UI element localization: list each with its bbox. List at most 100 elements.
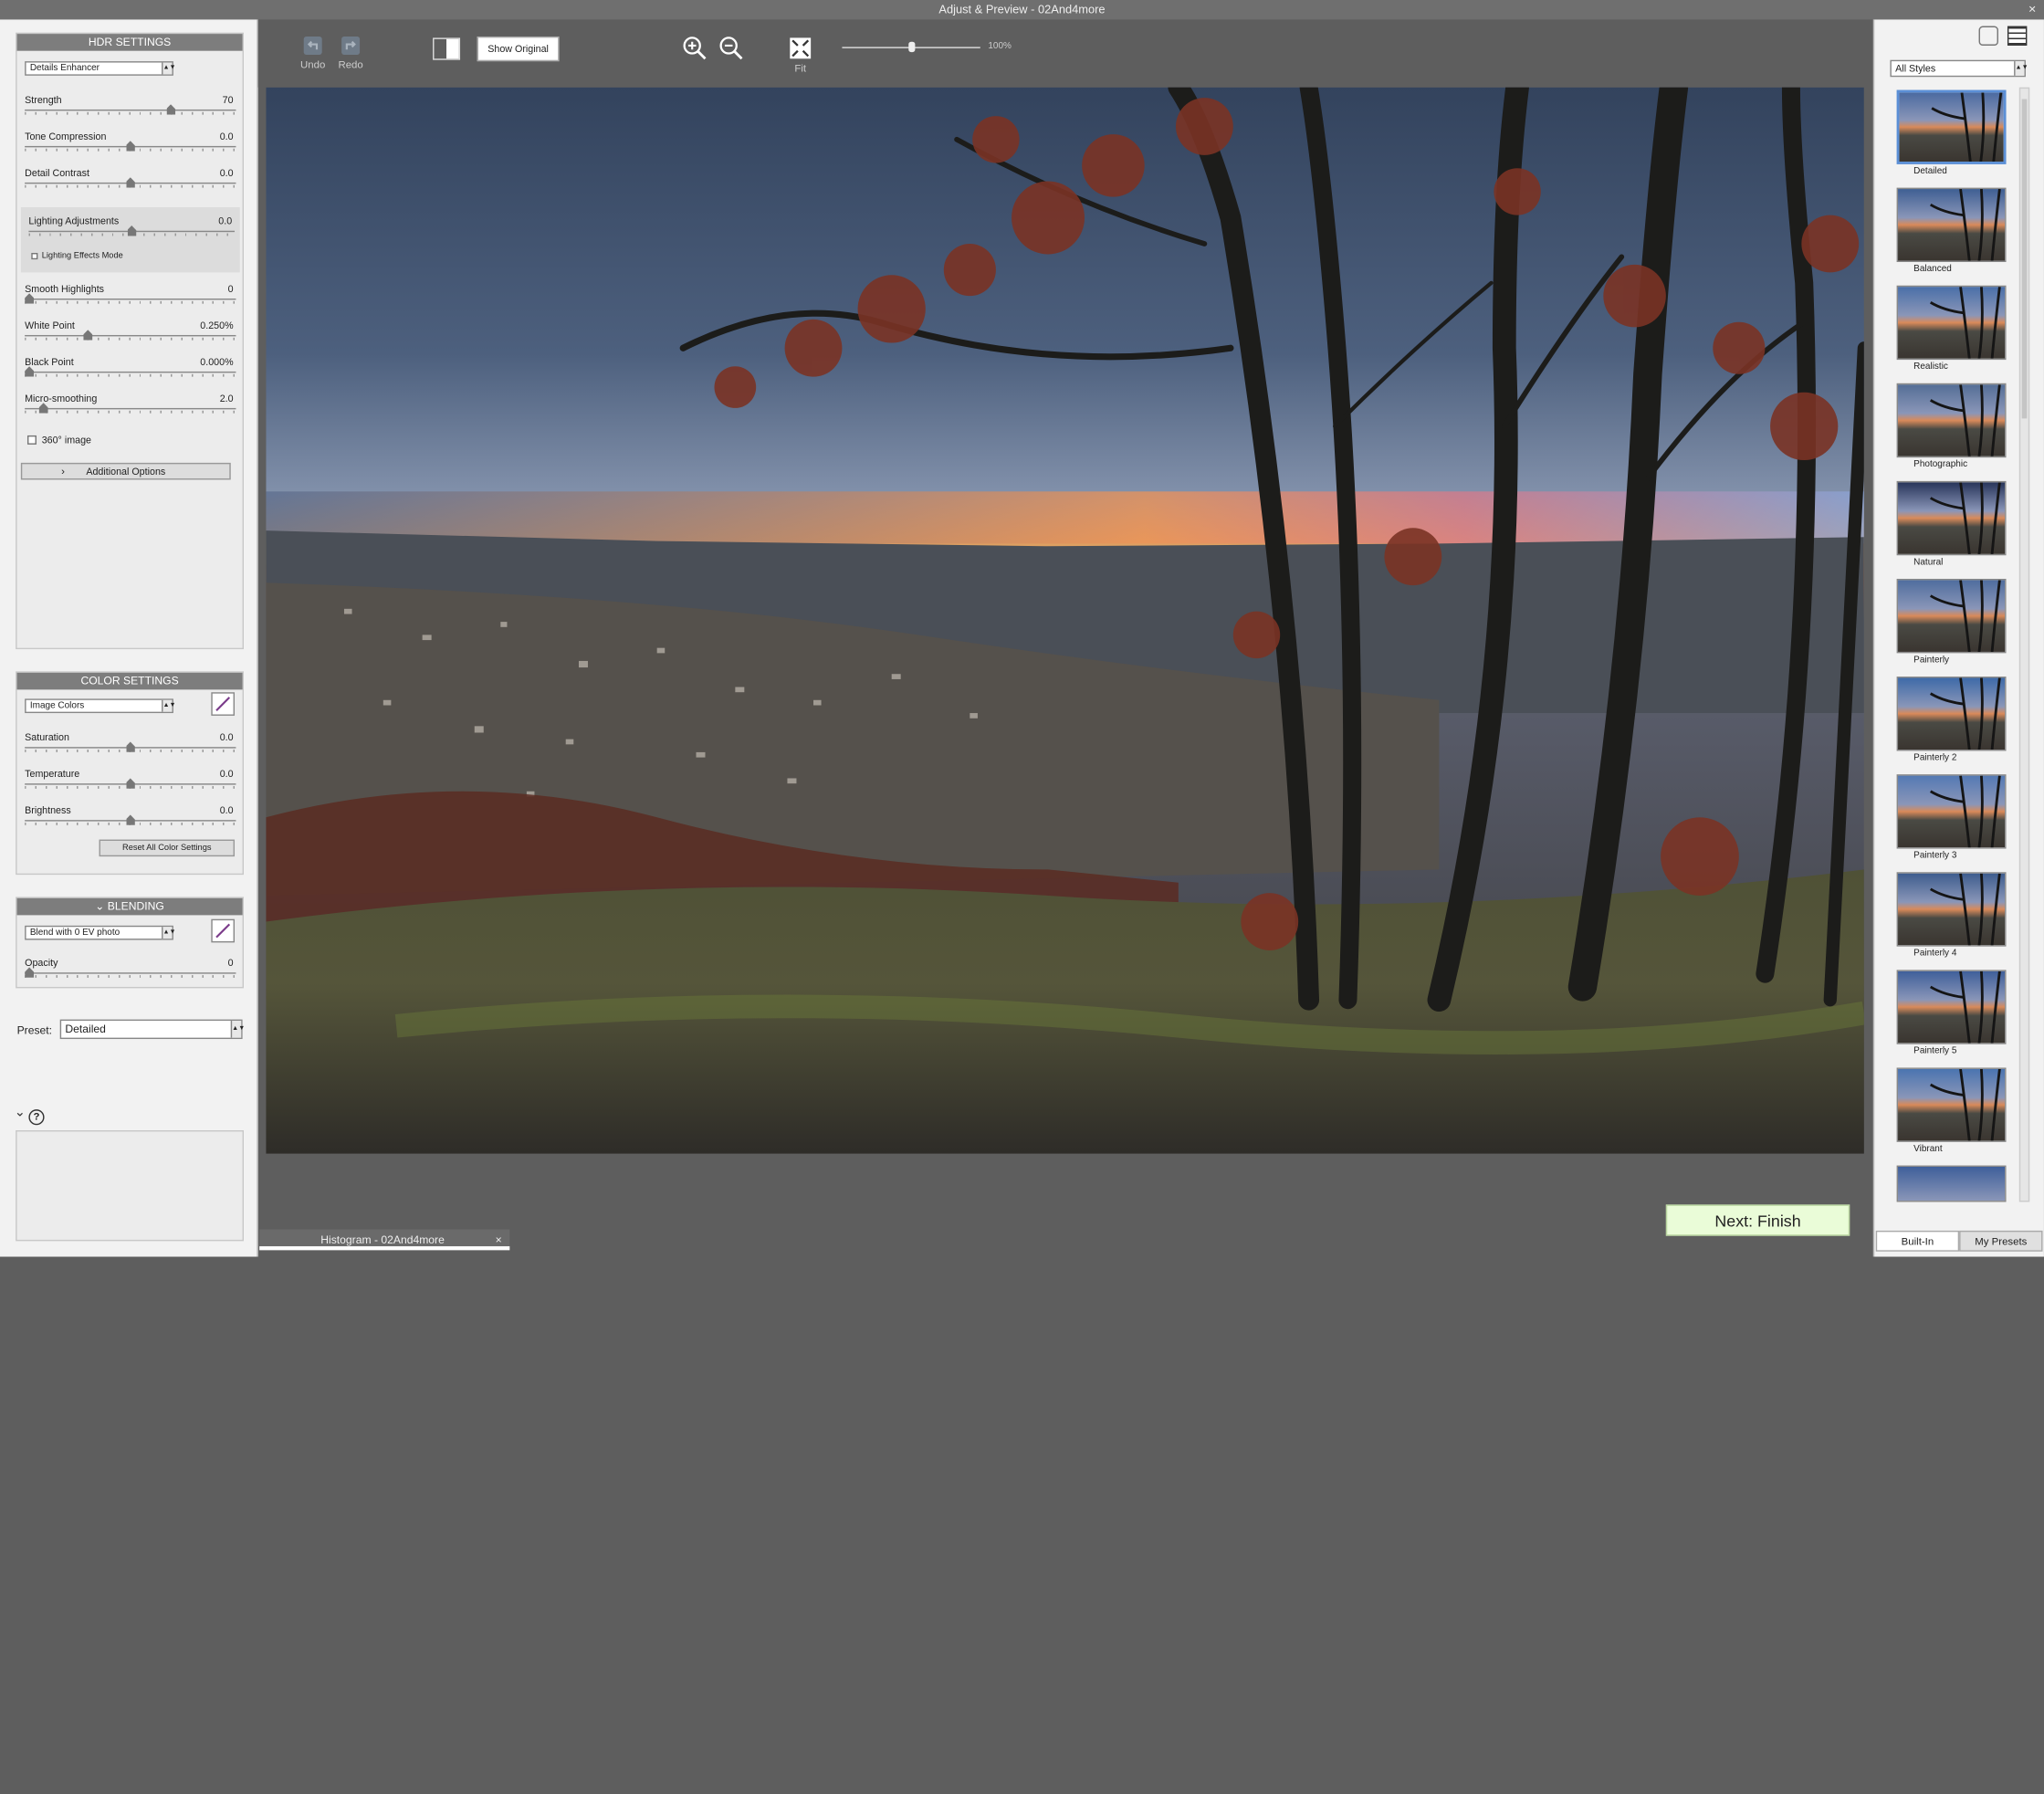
tab-my-presets[interactable]: My Presets — [1959, 1230, 2043, 1252]
style-preview-image — [1896, 285, 2007, 361]
micro-smoothing-slider[interactable]: Micro-smoothing 2.0 — [25, 393, 236, 419]
undo-button[interactable]: Undo — [298, 36, 329, 70]
temperature-value: 0.0 — [219, 768, 234, 780]
style-label: Photographic — [1913, 460, 1968, 470]
style-thumbnail[interactable]: Painterly 3 — [1896, 774, 2007, 861]
strength-label: Strength — [25, 93, 62, 106]
style-preview-image — [1896, 383, 2007, 458]
tone-compression-slider[interactable]: Tone Compression 0.0 — [25, 131, 236, 157]
white-point-label: White Point — [25, 319, 75, 331]
style-thumbnail[interactable]: Realistic — [1896, 285, 2007, 372]
style-thumbnail[interactable]: Vibrant — [1896, 1067, 2007, 1154]
strength-value: 70 — [222, 93, 234, 106]
smooth-highlights-value: 0 — [227, 282, 234, 295]
chevron-down-icon: ▲▼ — [162, 927, 176, 939]
slider-thumb[interactable] — [83, 330, 93, 341]
preset-select[interactable]: Detailed ▲▼ — [59, 1019, 245, 1040]
style-thumbnail[interactable]: Photographic — [1896, 383, 2007, 470]
help-icon[interactable]: ? — [28, 1109, 45, 1126]
color-mode-select[interactable]: Image Colors ▲▼ — [25, 698, 176, 714]
blending-heading[interactable]: ⌄ BLENDING — [16, 897, 243, 916]
undo-icon — [303, 36, 322, 55]
style-thumbnail[interactable]: Painterly 2 — [1896, 677, 2007, 762]
scrollbar[interactable] — [2018, 87, 2030, 1202]
preview-image[interactable] — [266, 87, 1864, 1154]
close-icon[interactable]: × — [496, 1230, 502, 1251]
slider-thumb[interactable] — [25, 967, 35, 978]
slider-thumb[interactable] — [38, 403, 48, 414]
fit-button[interactable]: Fit — [785, 37, 816, 74]
color-picker-button[interactable] — [211, 692, 236, 716]
white-point-slider[interactable]: White Point 0.250% — [25, 320, 236, 346]
slider-thumb[interactable] — [127, 226, 137, 236]
lighting-adjustments-value: 0.0 — [218, 215, 233, 227]
lighting-effects-checkbox[interactable] — [31, 253, 38, 260]
slider-thumb[interactable] — [125, 741, 135, 752]
styles-sidebar: All Styles ▲▼ Detailed Balanced Realistic Ph… — [1872, 19, 2044, 1257]
style-thumbnail[interactable]: Balanced — [1896, 187, 2007, 274]
list-view-icon[interactable] — [2007, 26, 2028, 46]
chevron-down-icon[interactable]: ⌄ — [15, 1106, 26, 1120]
saturation-label: Saturation — [25, 731, 69, 743]
scrollbar-thumb[interactable] — [2021, 99, 2028, 419]
blend-mode-select[interactable]: Blend with 0 EV photo ▲▼ — [25, 925, 176, 940]
redo-button[interactable]: Redo — [335, 36, 366, 70]
slider-thumb[interactable] — [25, 293, 35, 304]
color-settings-panel: COLOR SETTINGS Image Colors ▲▼ Saturation… — [16, 671, 245, 876]
zoom-out-icon[interactable] — [718, 36, 745, 66]
save-preset-icon[interactable] — [1978, 26, 1998, 46]
tab-built-in[interactable]: Built-In — [1875, 1230, 1960, 1252]
toolbar: Undo Redo Show Original Fit 100% — [257, 19, 1872, 88]
style-filter-select[interactable]: All Styles ▲▼ — [1890, 59, 2028, 78]
saturation-slider[interactable]: Saturation 0.0 — [25, 731, 236, 758]
brightness-slider[interactable]: Brightness 0.0 — [25, 804, 236, 831]
histogram-tab[interactable]: Histogram - 02And4more × — [259, 1229, 510, 1251]
style-preview-image — [1896, 480, 2007, 556]
style-label: Painterly 3 — [1913, 851, 1957, 861]
slider-thumb[interactable] — [125, 778, 135, 789]
style-thumbnail[interactable]: Natural — [1896, 480, 2007, 567]
smooth-highlights-slider[interactable]: Smooth Highlights 0 — [25, 283, 236, 309]
style-label: Painterly 4 — [1913, 949, 1957, 959]
black-point-slider[interactable]: Black Point 0.000% — [25, 356, 236, 383]
style-preview-image — [1896, 89, 2007, 164]
reset-color-button[interactable]: Reset All Color Settings — [99, 839, 236, 857]
slider-thumb[interactable] — [166, 104, 176, 115]
slider-thumb[interactable] — [125, 177, 135, 188]
style-thumbnail[interactable]: Painterly 4 — [1896, 872, 2007, 959]
slider-thumb[interactable] — [908, 41, 916, 53]
white-point-value: 0.250% — [200, 319, 234, 331]
chevron-down-icon: ▲▼ — [162, 62, 176, 75]
style-thumbnail[interactable]: Painterly — [1896, 578, 2007, 665]
additional-options-button[interactable]: › Additional Options — [20, 462, 231, 480]
zoom-value: 100% — [988, 41, 1012, 51]
smooth-highlights-label: Smooth Highlights — [25, 282, 105, 295]
strength-slider[interactable]: Strength 70 — [25, 94, 236, 121]
slider-thumb[interactable] — [25, 366, 35, 377]
lighting-adjustments-slider[interactable]: Lighting Adjustments 0.0 — [28, 215, 236, 242]
detail-contrast-label: Detail Contrast — [25, 166, 89, 179]
style-preview-image — [1896, 677, 2007, 751]
image-360-label: 360° image — [41, 434, 91, 446]
show-original-button[interactable]: Show Original — [477, 36, 560, 62]
style-thumbnail[interactable] — [1896, 1165, 2007, 1202]
blending-panel: ⌄ BLENDING Blend with 0 EV photo ▲▼ Opaci… — [16, 897, 245, 989]
window-title: Adjust & Preview - 02And4more — [938, 2, 1106, 16]
slider-thumb[interactable] — [125, 141, 135, 152]
split-view-icon[interactable] — [433, 37, 461, 60]
hdr-mode-select[interactable]: Details Enhancer ▲▼ — [25, 61, 176, 76]
close-icon[interactable]: × — [2028, 0, 2036, 19]
style-thumbnail[interactable]: Detailed — [1896, 89, 2007, 176]
next-finish-button[interactable]: Next: Finish — [1665, 1204, 1850, 1236]
zoom-in-icon[interactable] — [682, 36, 708, 66]
help-text-box — [16, 1129, 245, 1242]
temperature-slider[interactable]: Temperature 0.0 — [25, 768, 236, 794]
style-label: Painterly 5 — [1913, 1046, 1957, 1056]
slider-thumb[interactable] — [125, 814, 135, 825]
image-360-checkbox[interactable] — [26, 435, 37, 445]
opacity-value: 0 — [227, 957, 234, 969]
opacity-slider[interactable]: Opacity 0 — [25, 957, 236, 983]
detail-contrast-slider[interactable]: Detail Contrast 0.0 — [25, 167, 236, 194]
blend-picker-button[interactable] — [211, 918, 236, 943]
style-thumbnail[interactable]: Painterly 5 — [1896, 970, 2007, 1056]
